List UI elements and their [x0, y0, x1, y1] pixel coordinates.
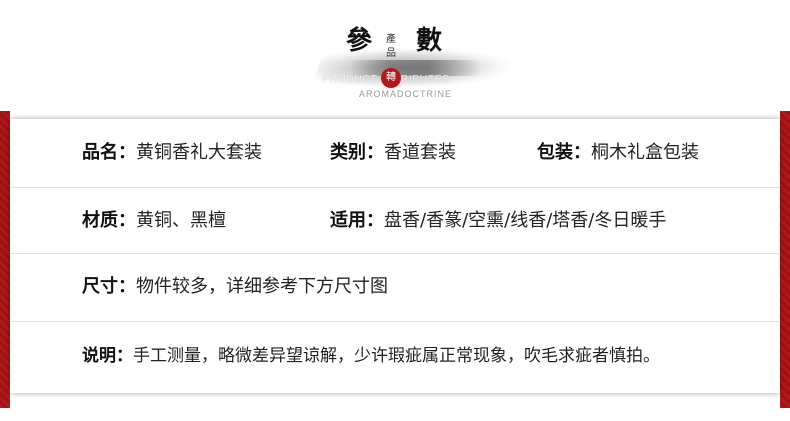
red-seal-stamp: 轉: [381, 68, 401, 88]
attribute-row: 尺寸：物件较多，详细参考下方尺寸图: [10, 253, 780, 322]
right-red-bar: [780, 111, 790, 408]
brand-name: AROMADOCTRINE: [359, 89, 453, 99]
attribute-row: 品名：黄铜香礼大套装 类别：香道套装 包装：桐木礼盒包装: [10, 119, 780, 188]
attributes-panel: 品名：黄铜香礼大套装 类别：香道套装 包装：桐木礼盒包装 材质：黄铜、黑檀 适用…: [10, 119, 780, 393]
attribute-category: 类别：香道套装: [330, 142, 456, 164]
attribute-label: 包装：: [537, 142, 591, 163]
header-banner: 參 產 品 數 PRODUCT ATTRIBUTES 轉 AROMADOCTRI…: [0, 0, 790, 110]
attribute-value: 黄铜、黑檀: [136, 210, 226, 231]
attribute-label: 品名：: [82, 142, 136, 163]
attribute-row: 说明：手工测量，略微差异望谅解，少许瑕疵属正常现象，吹毛求疵者慎拍。: [10, 321, 780, 393]
attribute-note: 说明：手工测量，略微差异望谅解，少许瑕疵属正常现象，吹毛求疵者慎拍。: [82, 345, 660, 367]
left-red-bar: [0, 111, 10, 408]
attribute-size: 尺寸：物件较多，详细参考下方尺寸图: [82, 276, 388, 298]
attribute-label: 适用：: [330, 210, 384, 231]
attribute-value: 手工测量，略微差异望谅解，少许瑕疵属正常现象，吹毛求疵者慎拍。: [133, 346, 660, 366]
title-char-left: 參: [346, 26, 374, 56]
title-char-right: 數: [416, 26, 444, 56]
attribute-value: 香道套装: [384, 142, 456, 163]
attribute-value: 桐木礼盒包装: [591, 142, 699, 163]
attribute-label: 说明：: [82, 346, 133, 366]
attribute-value: 物件较多，详细参考下方尺寸图: [136, 276, 388, 297]
attribute-label: 材质：: [82, 210, 136, 231]
attribute-packaging: 包装：桐木礼盒包装: [537, 142, 699, 164]
attribute-usage: 适用：盘香/香篆/空熏/线香/塔香/冬日暖手: [330, 210, 666, 232]
attribute-material: 材质：黄铜、黑檀: [82, 210, 226, 232]
attribute-value: 黄铜香礼大套装: [136, 142, 262, 163]
title-small-top: 產: [386, 34, 396, 45]
attribute-label: 尺寸：: [82, 276, 136, 297]
attribute-row: 材质：黄铜、黑檀 适用：盘香/香篆/空熏/线香/塔香/冬日暖手: [10, 187, 780, 254]
attribute-label: 类别：: [330, 142, 384, 163]
attribute-product-name: 品名：黄铜香礼大套装: [82, 142, 262, 164]
attribute-value: 盘香/香篆/空熏/线香/塔香/冬日暖手: [384, 210, 667, 231]
title-small-bottom: 品: [386, 48, 396, 59]
